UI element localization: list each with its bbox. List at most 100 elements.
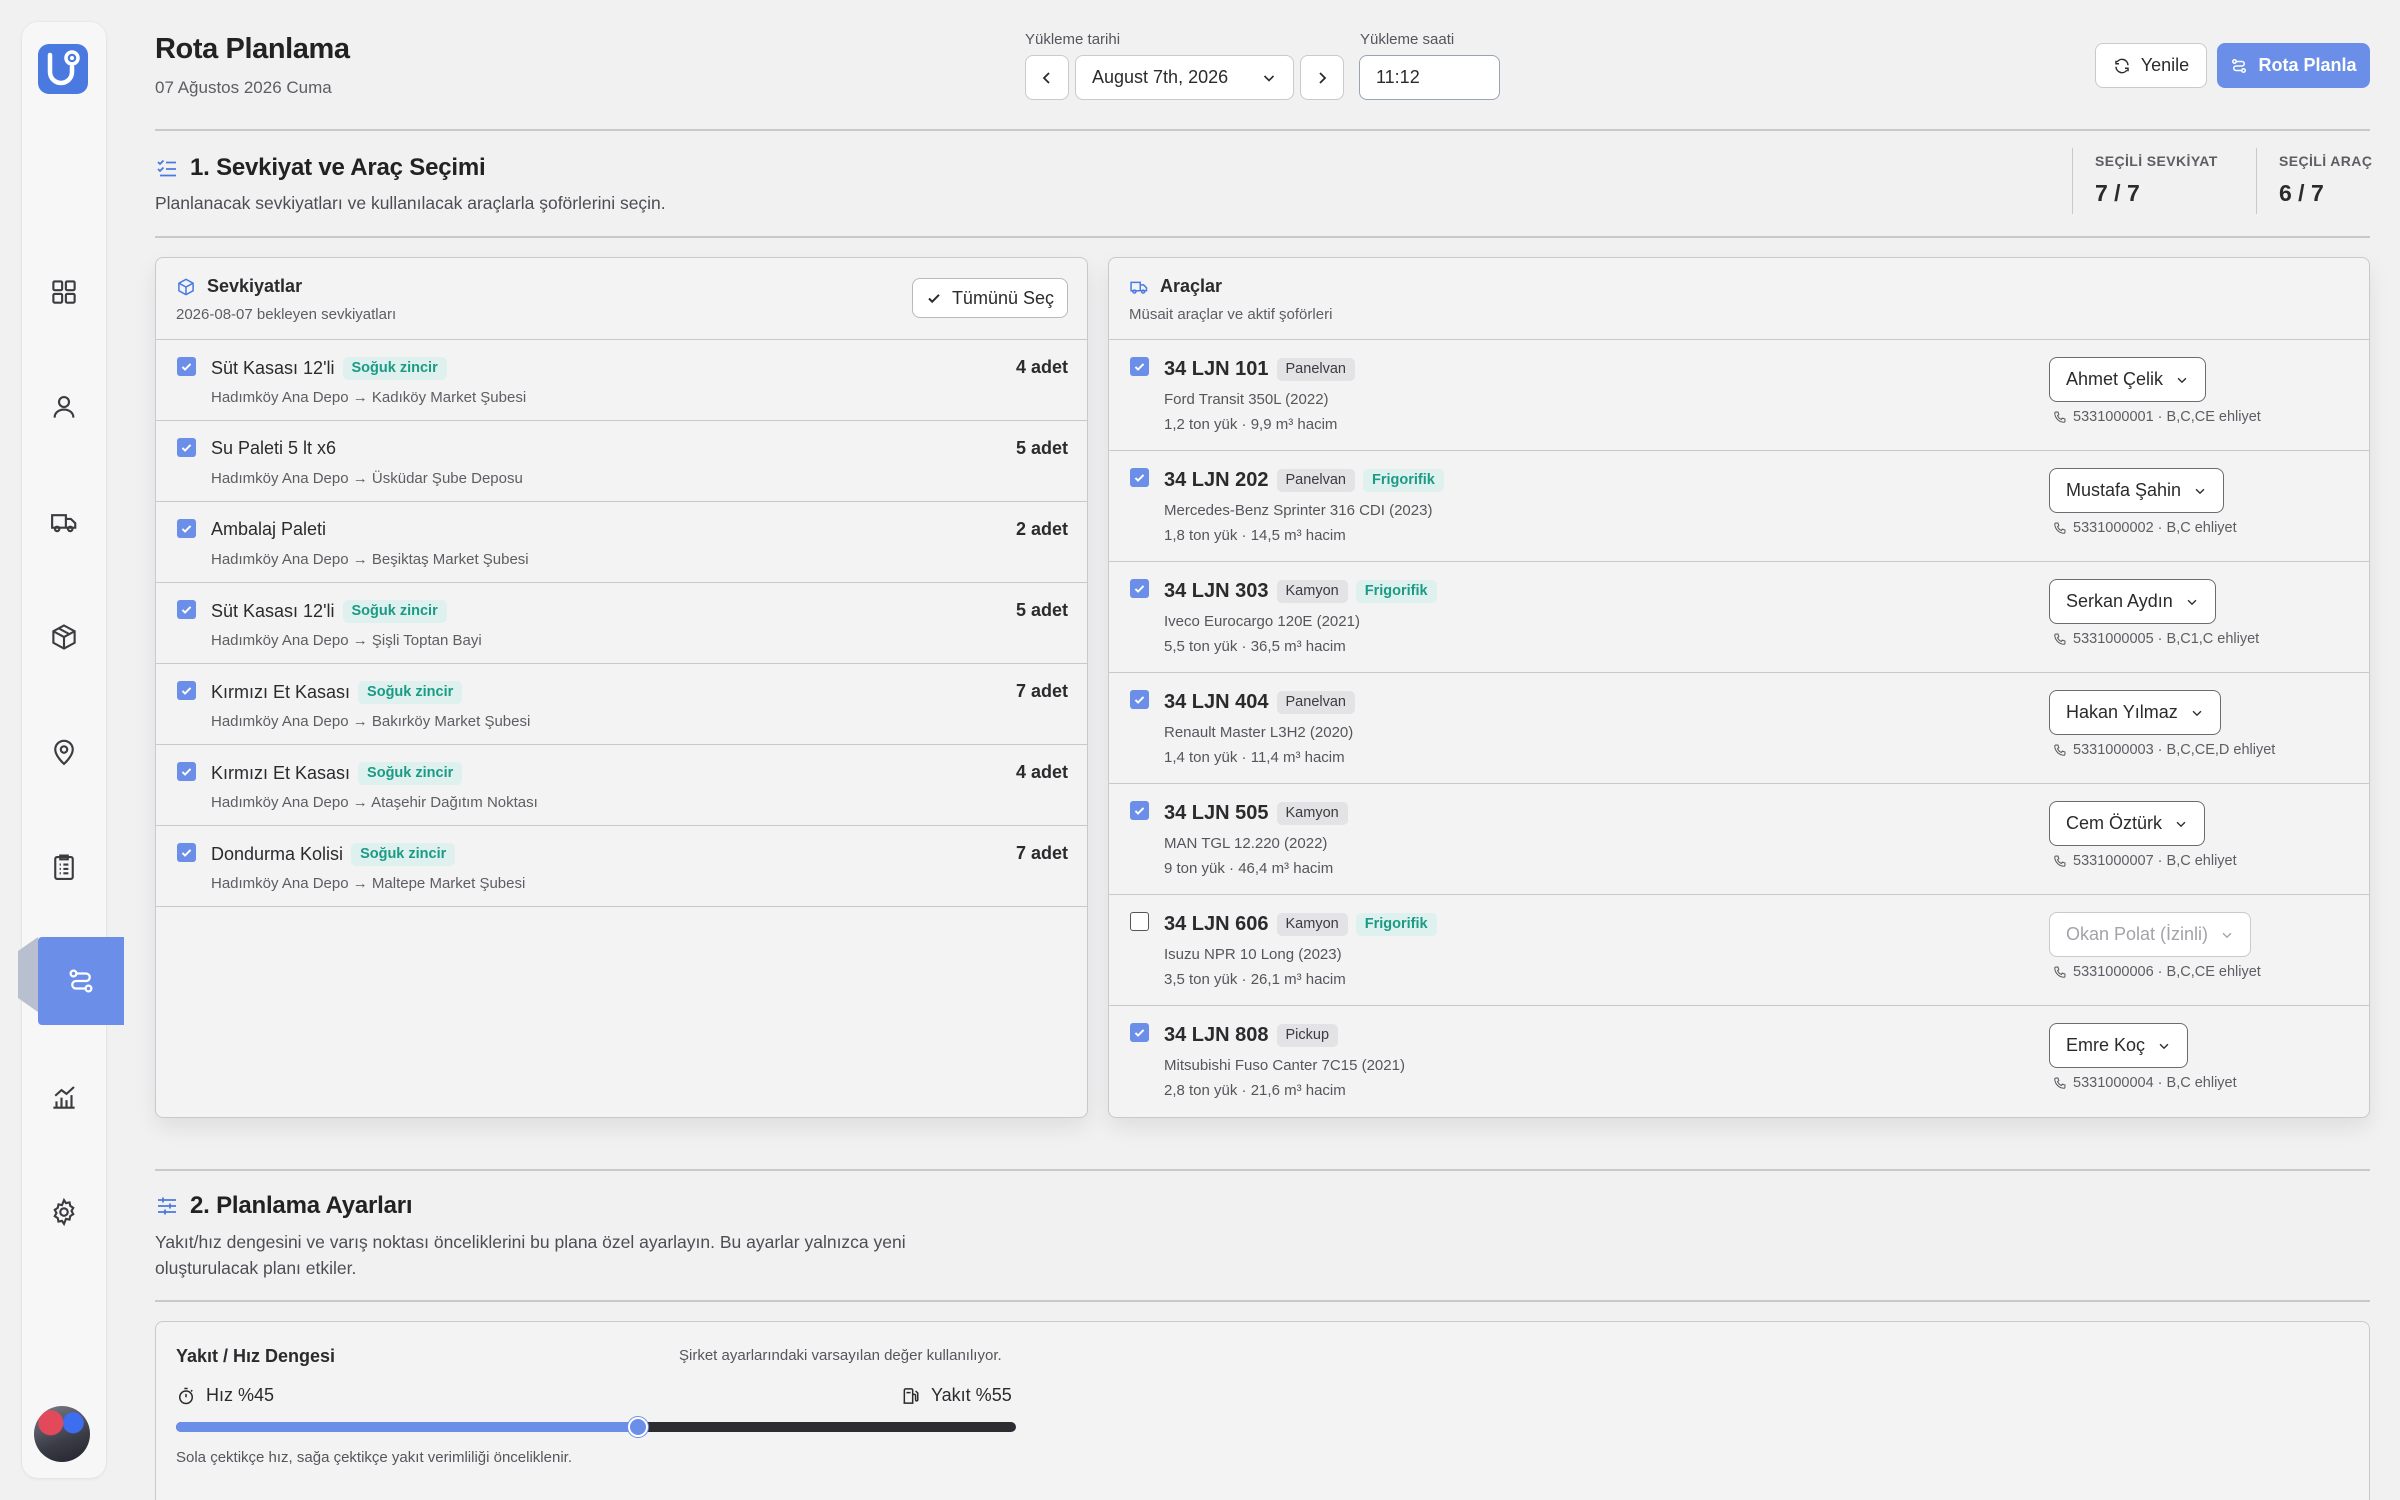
slider-thumb[interactable] xyxy=(628,1417,648,1437)
balance-slider[interactable] xyxy=(176,1417,1016,1437)
shipment-row[interactable]: Kırmızı Et Kasası Soğuk zincir Hadımköy An… xyxy=(156,664,1087,745)
vehicle-checkbox[interactable] xyxy=(1130,357,1149,376)
vehicle-plate-wrap: 34 LJN 303 Kamyon Frigorifik xyxy=(1164,580,1437,603)
shipment-row[interactable]: Süt Kasası 12'li Soğuk zincir Hadımköy Ana… xyxy=(156,583,1087,664)
vehicle-capacity: 9 ton yük · 46,4 m³ hacim xyxy=(1164,860,1334,877)
vehicle-checkbox[interactable] xyxy=(1130,1023,1149,1042)
vehicle-plate: 34 LJN 606 xyxy=(1164,913,1269,935)
shipment-row[interactable]: Su Paleti 5 lt x6 Hadımköy Ana Depo → Üsk… xyxy=(156,421,1087,502)
vehicle-row[interactable]: 34 LJN 808 Pickup Mitsubishi Fuso Canter 7… xyxy=(1109,1006,2369,1117)
vehicle-checkbox[interactable] xyxy=(1130,468,1149,487)
vehicle-checkbox[interactable] xyxy=(1130,801,1149,820)
shipment-checkbox[interactable] xyxy=(177,600,196,619)
vehicle-row[interactable]: 34 LJN 101 Panelvan Ford Transit 350L (202… xyxy=(1109,340,2369,451)
refresh-button[interactable]: Yenile xyxy=(2095,43,2207,88)
phone-icon xyxy=(2054,633,2066,645)
chevron-down-icon xyxy=(2177,377,2187,383)
shipment-checkbox[interactable] xyxy=(177,681,196,700)
phone-icon xyxy=(2054,1077,2066,1089)
section2-divider xyxy=(155,1300,2370,1302)
prev-date-button[interactable] xyxy=(1025,55,1069,100)
load-time-input[interactable] xyxy=(1359,55,1500,100)
vehicle-row[interactable]: 34 LJN 606 Kamyon Frigorifik Isuzu NPR 10 L… xyxy=(1109,895,2369,1006)
nav-dashboard[interactable] xyxy=(22,264,106,320)
vehicle-plate: 34 LJN 202 xyxy=(1164,469,1269,491)
shipment-checkbox[interactable] xyxy=(177,438,196,457)
chart-icon xyxy=(53,1086,75,1109)
shipment-row[interactable]: Ambalaj Paleti Hadımköy Ana Depo → Beşikt… xyxy=(156,502,1087,583)
nav-locations[interactable] xyxy=(22,724,106,780)
nav-route-planning[interactable] xyxy=(38,937,124,1025)
checklist-icon xyxy=(157,159,176,177)
user-avatar[interactable] xyxy=(34,1406,90,1462)
section2-top-divider xyxy=(155,1169,2370,1171)
shipment-checkbox[interactable] xyxy=(177,843,196,862)
route-icon xyxy=(69,969,93,993)
vehicle-checkbox[interactable] xyxy=(1130,912,1149,931)
driver-select[interactable]: Ahmet Çelik xyxy=(2049,357,2207,402)
vehicle-row[interactable]: 34 LJN 303 Kamyon Frigorifik Iveco Eurocarg… xyxy=(1109,562,2369,673)
vehicle-row[interactable]: 34 LJN 202 Panelvan Frigorifik Mercedes-Ben… xyxy=(1109,451,2369,562)
vehicle-plate-wrap: 34 LJN 101 Panelvan xyxy=(1164,358,1355,381)
nav-reports[interactable] xyxy=(22,1069,106,1125)
shipment-row[interactable]: Dondurma Kolisi Soğuk zincir Hadımköy Ana … xyxy=(156,826,1087,907)
phone-icon xyxy=(2054,855,2066,867)
shipment-checkbox[interactable] xyxy=(177,357,196,376)
shipment-name-wrap: Dondurma Kolisi Soğuk zincir xyxy=(211,843,456,866)
fuel-label: Yakıt %55 xyxy=(931,1385,1012,1405)
vehicle-model: Mitsubishi Fuso Canter 7C15 (2021) xyxy=(1164,1057,1405,1074)
chevron-down-icon xyxy=(2192,710,2202,716)
vehicle-row[interactable]: 34 LJN 404 Panelvan Renault Master L3H2 (2… xyxy=(1109,673,2369,784)
check-icon xyxy=(928,294,940,304)
vehicle-model: Isuzu NPR 10 Long (2023) xyxy=(1164,946,1342,963)
shipment-name-wrap: Kırmızı Et Kasası Soğuk zincir xyxy=(211,681,463,704)
shipment-route: Hadımköy Ana Depo → Şişli Toptan Bayi xyxy=(211,632,482,649)
driver-phone: 5331000002 · B,C ehliyet xyxy=(2053,520,2237,536)
shipment-checkbox[interactable] xyxy=(177,762,196,781)
driver-select[interactable]: Hakan Yılmaz xyxy=(2049,690,2221,735)
app-logo[interactable] xyxy=(38,44,88,94)
vehicles-panel: Araçlar Müsait araçlar ve aktif şoförler… xyxy=(1108,257,2370,1118)
vehicle-checkbox[interactable] xyxy=(1130,579,1149,598)
shipment-row[interactable]: Kırmızı Et Kasası Soğuk zincir Hadımköy An… xyxy=(156,745,1087,826)
nav-settings[interactable] xyxy=(22,1184,106,1240)
driver-select[interactable]: Cem Öztürk xyxy=(2049,801,2206,846)
load-date-select[interactable]: August 7th, 2026 xyxy=(1075,55,1294,100)
shipment-quantity: 4 adet xyxy=(1015,357,1068,377)
chevron-down-icon xyxy=(2159,1043,2169,1049)
driver-phone-text: 5331000006 · B,C,CE ehliyet xyxy=(2073,964,2261,980)
vehicle-row[interactable]: 34 LJN 505 Kamyon MAN TGL 12.220 (2022) 9 t… xyxy=(1109,784,2369,895)
select-all-button[interactable]: Tümünü Seç xyxy=(911,278,1068,318)
stat-selected-vehicles: SEÇİLİ ARAÇ 6 / 7 xyxy=(2256,148,2372,214)
vehicle-plate-wrap: 34 LJN 505 Kamyon xyxy=(1164,802,1348,825)
section1-title: 1. Sevkiyat ve Araç Seçimi xyxy=(190,154,486,181)
driver-name: Emre Koç xyxy=(2066,1035,2146,1055)
driver-select[interactable]: Emre Koç xyxy=(2049,1023,2189,1068)
shipment-route: Hadımköy Ana Depo → Üsküdar Şube Deposu xyxy=(211,470,523,487)
nav-vehicles[interactable] xyxy=(22,494,106,550)
check-icon xyxy=(1134,474,1145,482)
driver-phone: 5331000006 · B,C,CE ehliyet xyxy=(2053,964,2261,980)
vehicle-plate-wrap: 34 LJN 202 Panelvan Frigorifik xyxy=(1164,469,1444,492)
shipment-row[interactable]: Süt Kasası 12'li Soğuk zincir Hadımköy Ana… xyxy=(156,340,1087,421)
shipment-name: Su Paleti 5 lt x6 xyxy=(211,438,337,458)
driver-select[interactable]: Serkan Aydın xyxy=(2049,579,2216,624)
next-date-button[interactable] xyxy=(1300,55,1344,100)
vehicle-checkbox[interactable] xyxy=(1130,690,1149,709)
nav-users[interactable] xyxy=(22,379,106,435)
plan-route-button[interactable]: Rota Planla xyxy=(2217,43,2370,88)
check-icon xyxy=(1134,696,1145,704)
shipment-checkbox[interactable] xyxy=(177,519,196,538)
page-date: 07 Ağustos 2026 Cuma xyxy=(155,78,332,97)
load-time-label: Yükleme saati xyxy=(1360,31,1455,48)
driver-name: Hakan Yılmaz xyxy=(2066,702,2178,722)
vehicle-model: Ford Transit 350L (2022) xyxy=(1164,391,1329,408)
driver-select[interactable]: Mustafa Şahin xyxy=(2049,468,2225,513)
nav-shipments[interactable] xyxy=(22,609,106,665)
nav-orders[interactable] xyxy=(22,839,106,895)
logo-icon xyxy=(47,50,80,86)
vehicle-type-badge: Kamyon xyxy=(1276,913,1348,936)
vehicle-plate: 34 LJN 303 xyxy=(1164,580,1269,602)
driver-select: Okan Polat (İzinli) xyxy=(2049,912,2252,957)
chevron-down-icon xyxy=(2195,488,2205,494)
